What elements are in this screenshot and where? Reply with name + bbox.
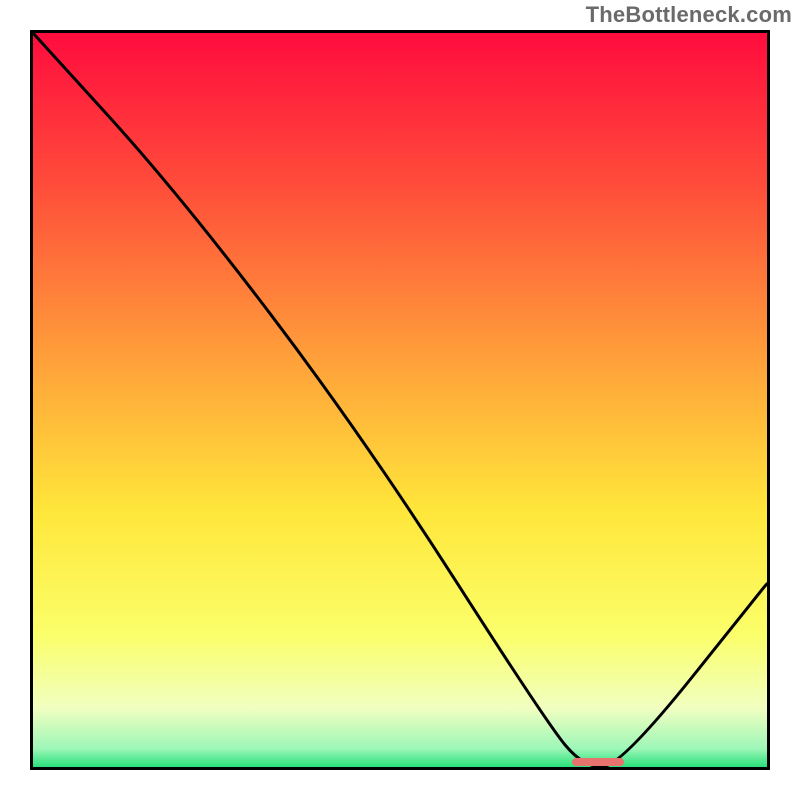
bottleneck-chart: TheBottleneck.com (0, 0, 800, 800)
plot-area (30, 30, 770, 770)
watermark-label: TheBottleneck.com (586, 2, 792, 28)
optimal-marker (572, 758, 623, 766)
bottleneck-curve (33, 33, 767, 767)
